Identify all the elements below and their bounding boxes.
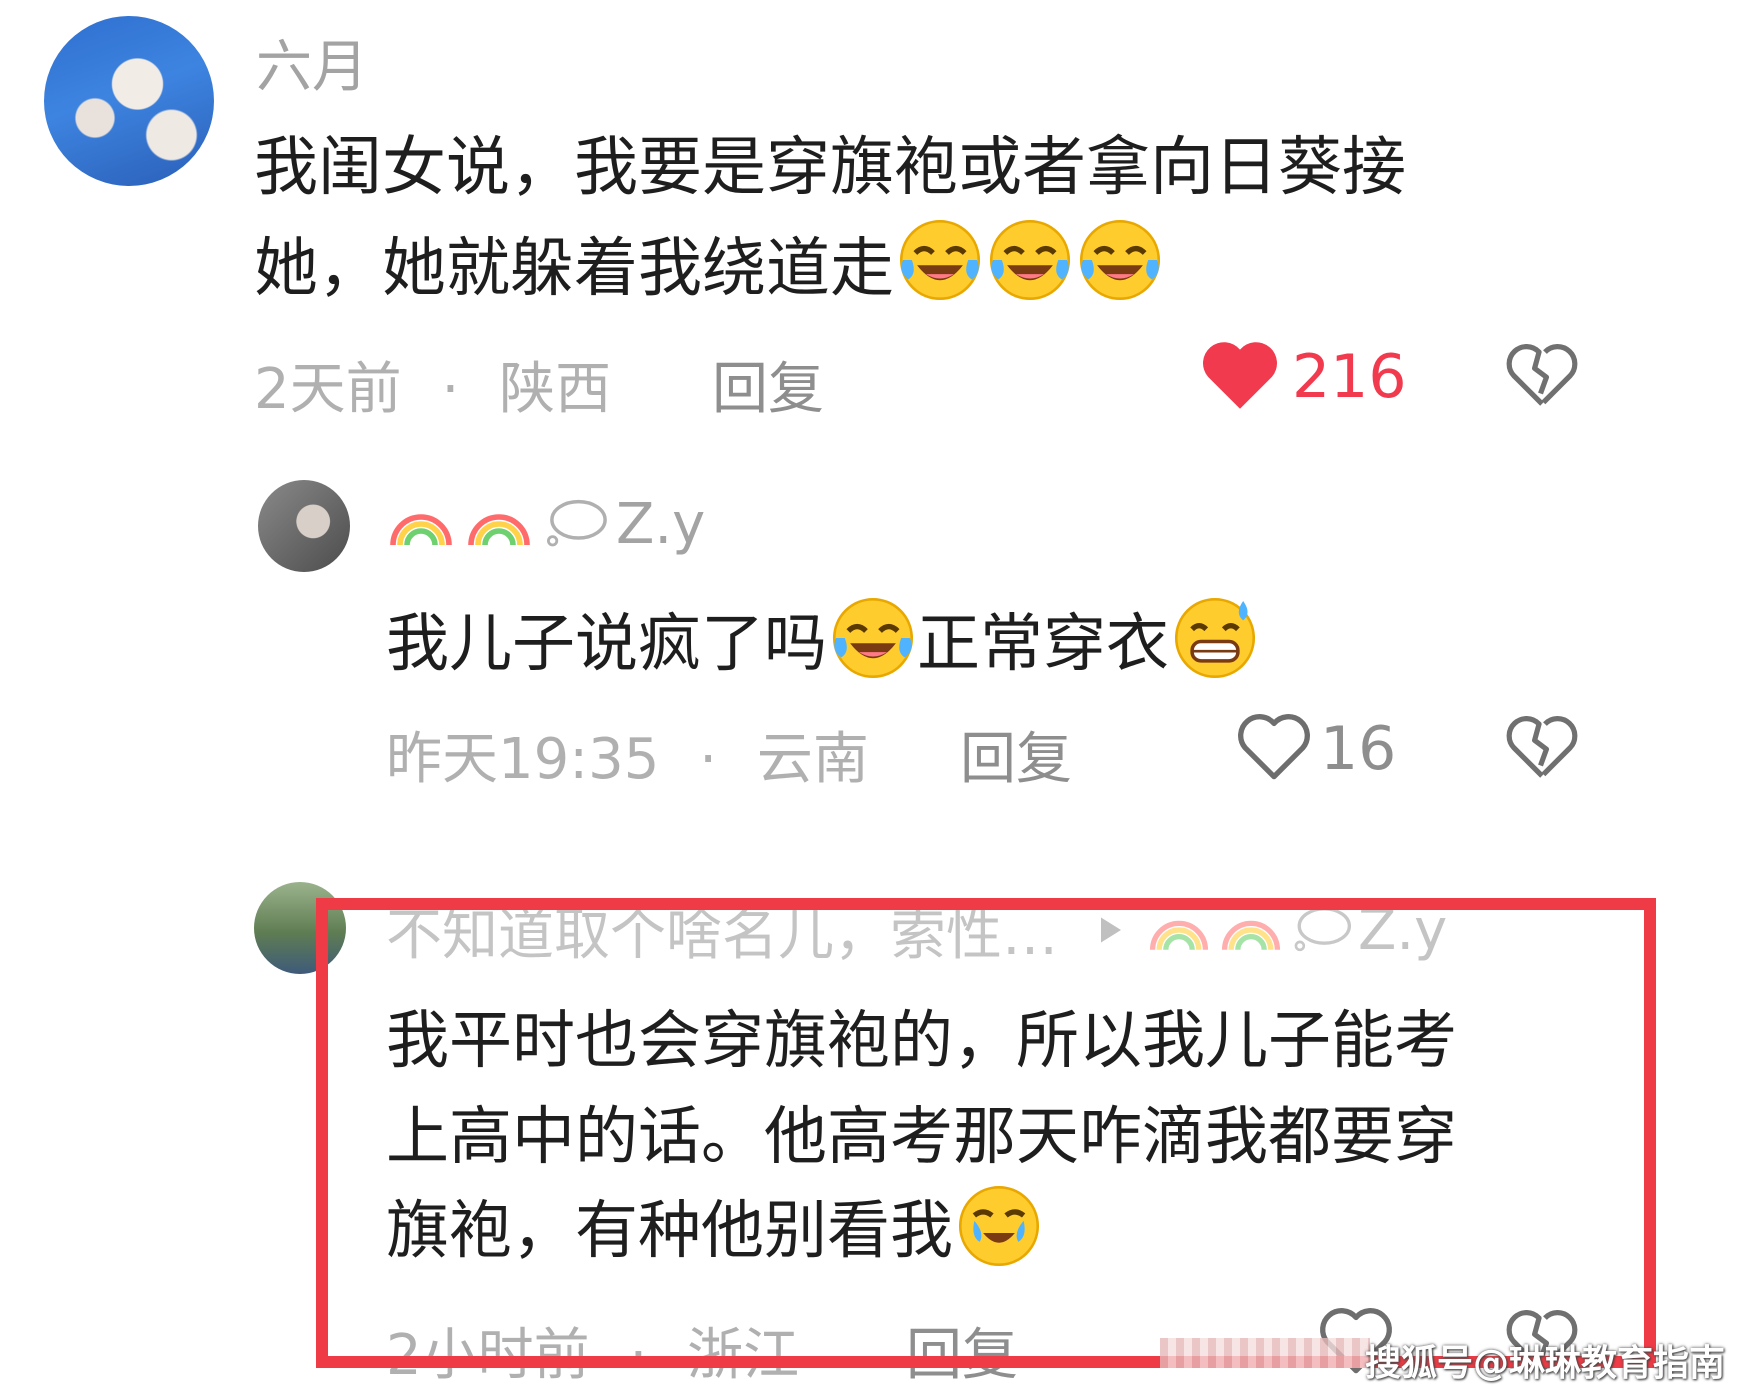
- meta-separator: ·: [441, 357, 460, 422]
- like-button[interactable]: [1200, 340, 1280, 412]
- comment-location: 云南: [756, 727, 869, 792]
- rainbow-icon: [390, 514, 452, 546]
- broken-heart-icon: [1506, 716, 1578, 778]
- grin-sweat-icon: [1171, 594, 1259, 682]
- like-button[interactable]: [1236, 712, 1312, 782]
- comment-time: 昨天19:35: [386, 727, 660, 792]
- heart-outline-icon: [1238, 714, 1310, 780]
- comment-username-row[interactable]: Z.y: [386, 484, 705, 564]
- like-count: 216: [1292, 342, 1407, 412]
- reply-button[interactable]: 回复: [712, 344, 824, 425]
- heart-filled-icon: [1203, 342, 1277, 409]
- laugh-cry-icon: [1076, 216, 1164, 304]
- comment-location: 陕西: [499, 357, 612, 422]
- meta-separator: ·: [699, 727, 718, 792]
- comment-text-line: 她，她就躲着我绕道走: [254, 232, 894, 306]
- highlight-box: [316, 898, 1656, 1368]
- comment-text-part: 正常穿衣: [917, 606, 1169, 680]
- comment-time: 2天前: [254, 357, 402, 422]
- comment-username[interactable]: 六月: [256, 22, 368, 103]
- comment-meta: 2天前 · 陕西: [254, 344, 611, 425]
- broken-heart-icon: [1506, 344, 1578, 406]
- like-count: 16: [1320, 714, 1397, 784]
- dislike-button[interactable]: [1505, 340, 1579, 410]
- rainbow-icon: [468, 514, 530, 546]
- watermark: 搜狐号@琳琳教育指南: [1364, 1343, 1725, 1384]
- thought-bubble-icon: [547, 499, 607, 547]
- avatar[interactable]: [258, 480, 350, 572]
- comment-text-line: 我闺女说，我要是穿旗袍或者拿向日葵接: [254, 131, 1406, 205]
- laugh-cry-icon: [986, 216, 1074, 304]
- comment-username[interactable]: Z.y: [616, 492, 705, 557]
- laugh-cry-icon: [829, 594, 917, 682]
- laugh-cry-icon: [896, 216, 984, 304]
- comment-text-part: 我儿子说疯了吗: [386, 606, 827, 680]
- avatar[interactable]: [44, 16, 214, 186]
- comment-meta: 昨天19:35 · 云南: [386, 714, 869, 795]
- comment-text: 我儿子说疯了吗 正常穿衣: [386, 590, 1259, 686]
- reply-button[interactable]: 回复: [960, 714, 1072, 795]
- comment-text: 她，她就躲着我绕道走: [254, 216, 1164, 317]
- dislike-button[interactable]: [1505, 712, 1579, 782]
- watermark-blur: [1160, 1338, 1370, 1368]
